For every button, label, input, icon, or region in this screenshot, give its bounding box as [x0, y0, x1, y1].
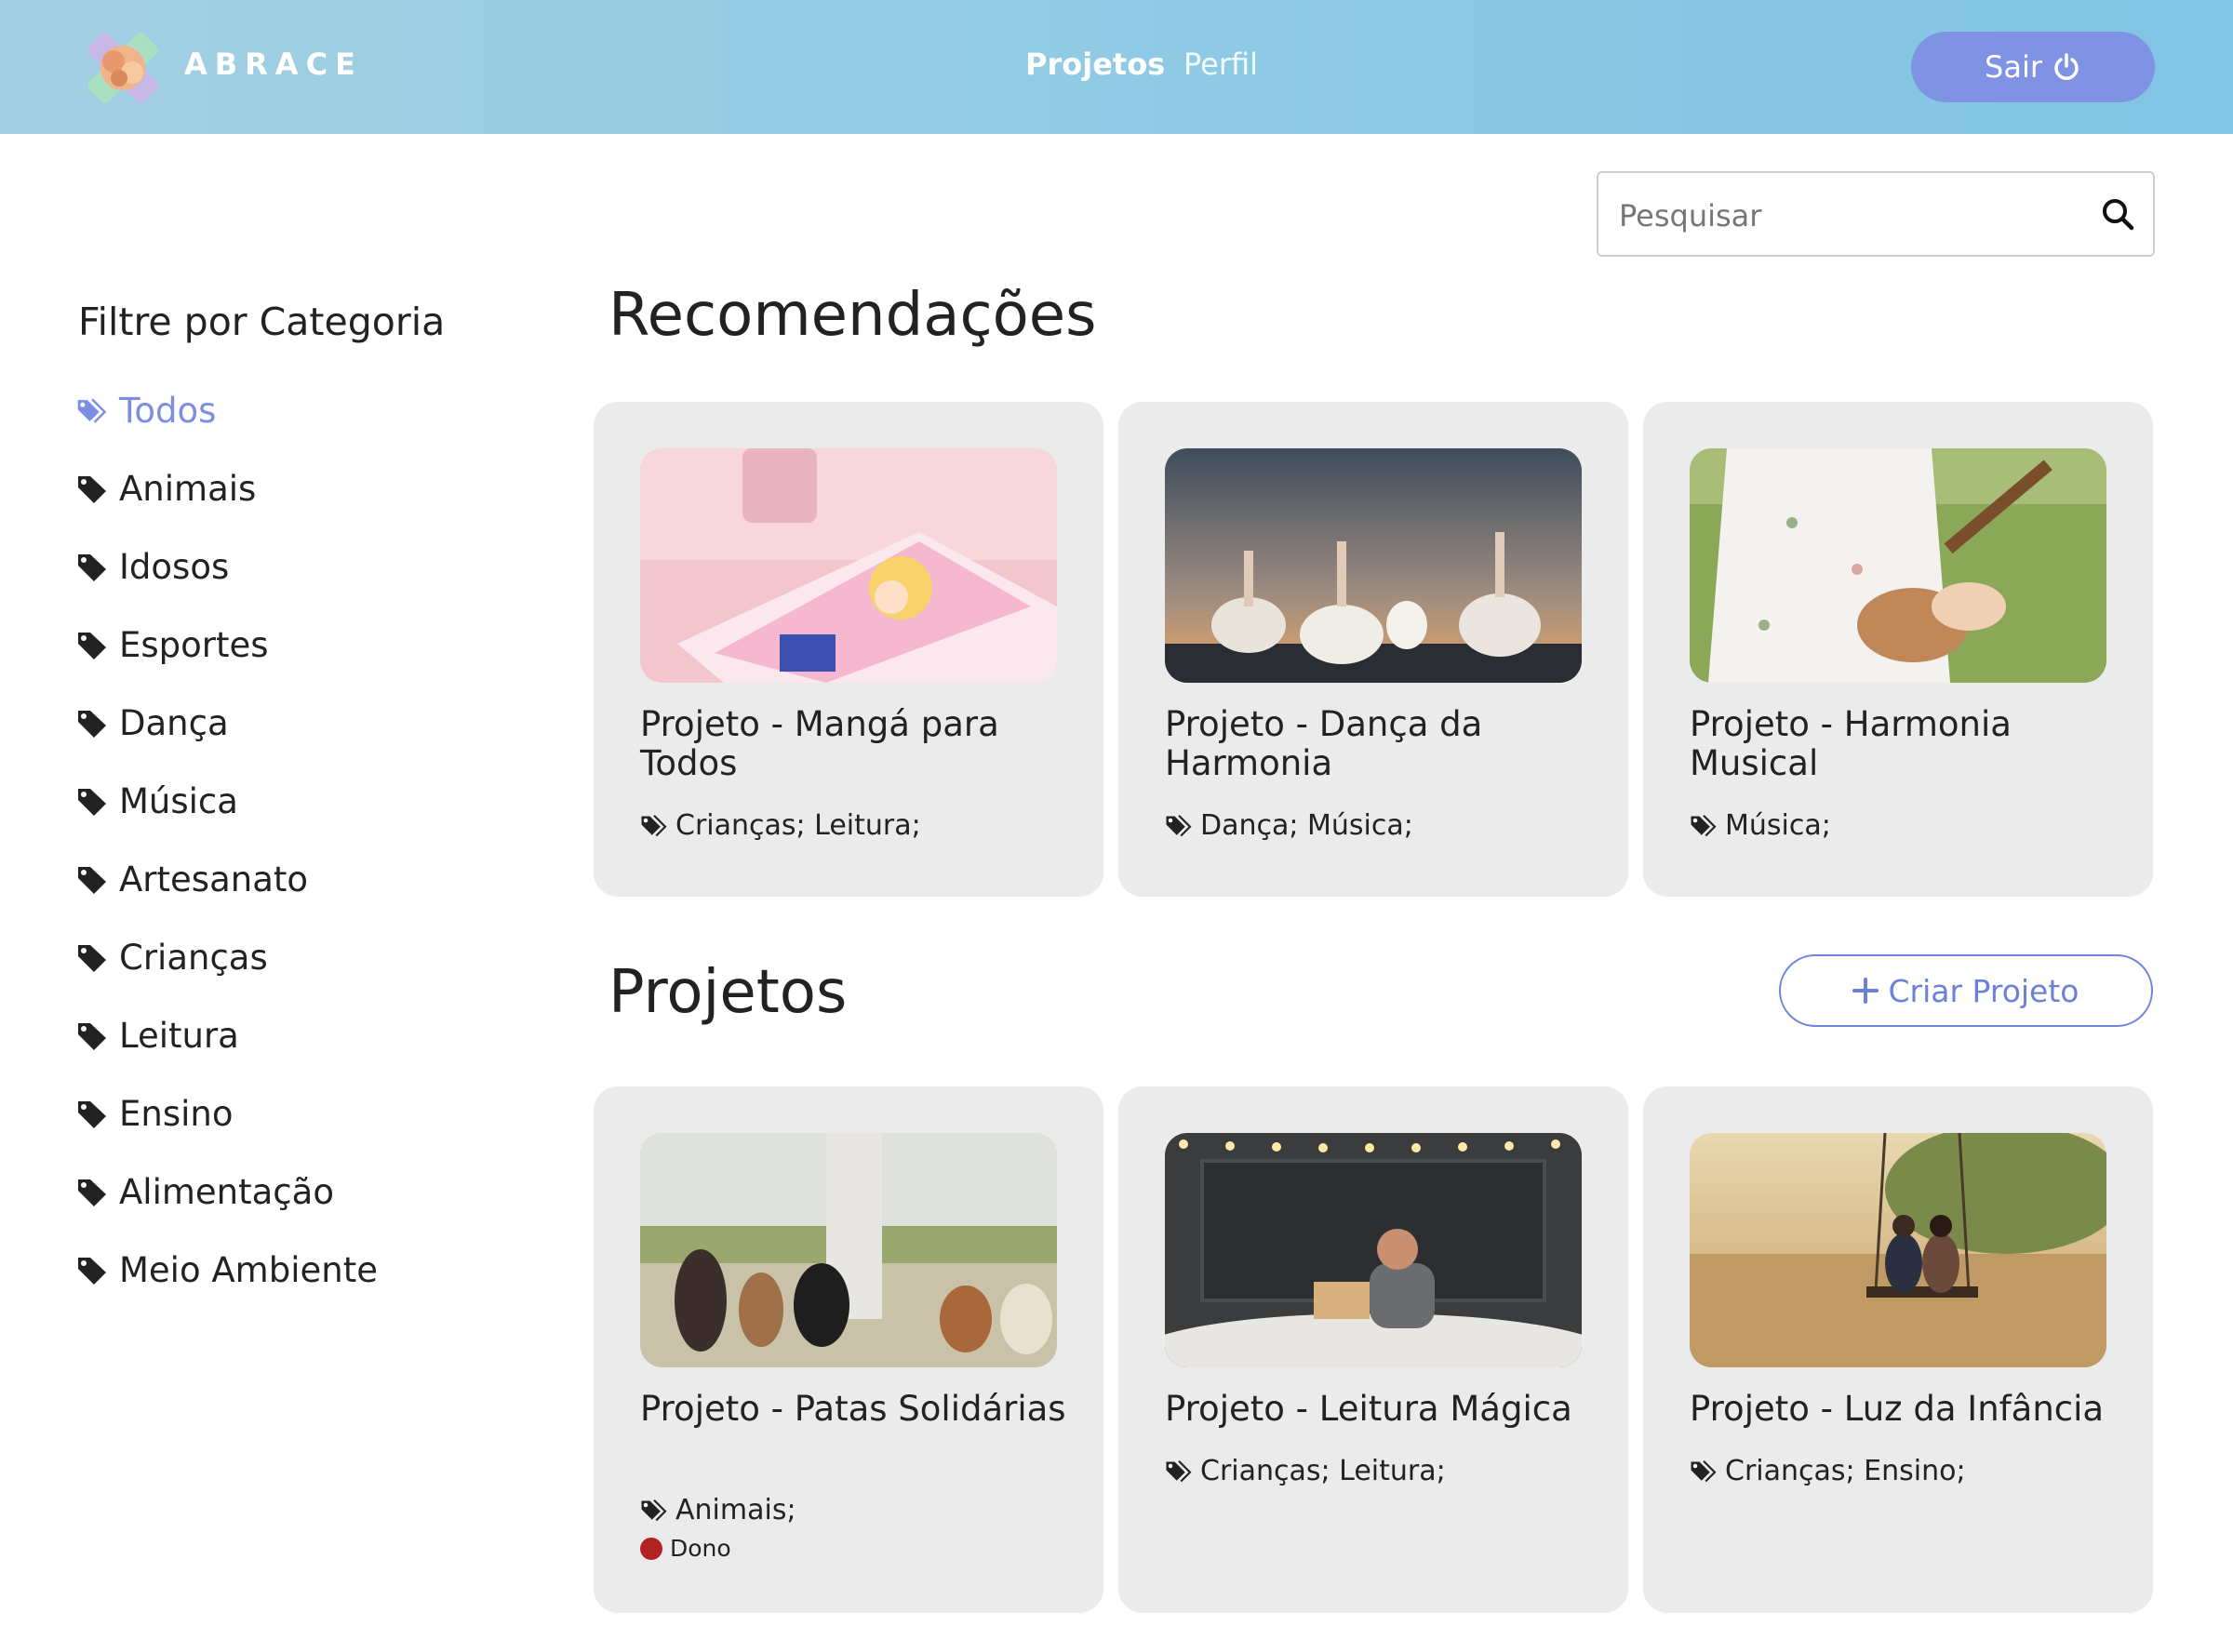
- category-criancas[interactable]: Crianças: [76, 938, 268, 978]
- abrace-logo-icon[interactable]: [78, 26, 167, 110]
- card-title: Projeto - Patas Solidárias: [640, 1389, 1066, 1429]
- card-tags: Crianças; Leitura;: [1165, 1455, 1446, 1487]
- tag-icon: [641, 1499, 667, 1521]
- tag-icon: [78, 944, 106, 972]
- tag-icon: [1691, 814, 1717, 836]
- tag-icon: [1691, 1459, 1717, 1482]
- tag-icon: [1166, 814, 1192, 836]
- category-ensino[interactable]: Ensino: [76, 1094, 233, 1134]
- tag-icon: [78, 475, 106, 503]
- category-label: Idosos: [119, 547, 230, 587]
- card-image: [1165, 1133, 1582, 1367]
- top-navbar: ABRACE Projetos Perfil Sair: [0, 0, 2233, 134]
- nav-projetos[interactable]: Projetos: [1025, 47, 1165, 82]
- owner-label: Dono: [670, 1535, 731, 1562]
- tag-icon: [1166, 1459, 1192, 1482]
- search-box: [1597, 171, 2155, 257]
- category-danca[interactable]: Dança: [76, 703, 229, 743]
- tag-icon: [78, 1179, 106, 1206]
- tag-icon: [78, 866, 106, 894]
- category-meio-ambiente[interactable]: Meio Ambiente: [76, 1250, 378, 1290]
- category-leitura[interactable]: Leitura: [76, 1016, 239, 1056]
- category-label: Animais: [119, 469, 257, 509]
- card-tags: Crianças; Leitura;: [640, 809, 921, 842]
- category-label: Meio Ambiente: [119, 1250, 378, 1290]
- project-card[interactable]: Projeto - Leitura Mágica Crianças; Leitu…: [1118, 1086, 1628, 1613]
- card-tags-text: Crianças; Leitura;: [675, 809, 921, 842]
- logout-label: Sair: [1985, 49, 2042, 85]
- card-title: Projeto - Dança da Harmonia: [1165, 704, 1483, 783]
- card-image: [1690, 448, 2106, 683]
- projects-title: Projetos: [608, 958, 848, 1027]
- recommendation-card[interactable]: Projeto - Harmonia Musical Música;: [1643, 402, 2153, 897]
- card-tags: Dança; Música;: [1165, 809, 1413, 842]
- card-image: [1165, 448, 1582, 683]
- create-project-button[interactable]: Criar Projeto: [1779, 954, 2153, 1027]
- recommendations-title: Recomendações: [608, 281, 1097, 350]
- category-label: Esportes: [119, 625, 269, 665]
- card-image: [1690, 1133, 2106, 1367]
- tag-icon: [641, 814, 667, 836]
- search-icon[interactable]: [2099, 195, 2136, 233]
- category-artesanato[interactable]: Artesanato: [76, 859, 308, 899]
- recommendation-card[interactable]: Projeto - Dança da Harmonia Dança; Músic…: [1118, 402, 1628, 897]
- tag-icon: [78, 632, 106, 659]
- tags-icon: [77, 397, 107, 423]
- card-tags: Crianças; Ensino;: [1690, 1455, 1966, 1487]
- category-todos[interactable]: Todos: [76, 391, 216, 431]
- category-label: Todos: [119, 391, 217, 431]
- card-image: [640, 1133, 1057, 1367]
- category-label: Leitura: [119, 1016, 239, 1056]
- category-alimentacao[interactable]: Alimentação: [76, 1172, 334, 1212]
- tag-icon: [78, 553, 106, 581]
- card-title: Projeto - Leitura Mágica: [1165, 1389, 1572, 1429]
- card-image: [640, 448, 1057, 683]
- create-project-label: Criar Projeto: [1888, 972, 2079, 1009]
- category-esportes[interactable]: Esportes: [76, 625, 269, 665]
- card-tags-text: Crianças; Leitura;: [1200, 1455, 1446, 1487]
- project-card[interactable]: Projeto - Luz da Infância Crianças; Ensi…: [1643, 1086, 2153, 1613]
- search-input[interactable]: [1617, 190, 2077, 242]
- card-tags: Música;: [1690, 809, 1831, 842]
- owner-badge: Dono: [640, 1535, 731, 1562]
- recommendation-card[interactable]: Projeto - Mangá para Todos Crianças; Lei…: [594, 402, 1103, 897]
- tag-icon: [78, 710, 106, 738]
- category-label: Música: [119, 781, 238, 821]
- category-label: Artesanato: [119, 859, 309, 899]
- category-label: Ensino: [119, 1094, 234, 1134]
- card-tags-text: Música;: [1725, 809, 1831, 842]
- owner-dot-icon: [640, 1537, 662, 1560]
- logo-text[interactable]: ABRACE: [184, 47, 363, 82]
- card-tags: Animais;: [640, 1494, 796, 1526]
- card-tags-text: Crianças; Ensino;: [1725, 1455, 1966, 1487]
- category-label: Alimentação: [119, 1172, 334, 1212]
- filter-title: Filtre por Categoria: [78, 300, 446, 344]
- category-label: Crianças: [119, 938, 268, 978]
- card-title: Projeto - Mangá para Todos: [640, 704, 999, 783]
- tag-icon: [78, 1022, 106, 1050]
- plus-icon: [1852, 978, 1879, 1004]
- tag-icon: [78, 1100, 106, 1128]
- card-title: Projeto - Luz da Infância: [1690, 1389, 2105, 1429]
- card-title: Projeto - Harmonia Musical: [1690, 704, 2012, 783]
- category-musica[interactable]: Música: [76, 781, 238, 821]
- nav-perfil[interactable]: Perfil: [1183, 47, 1258, 82]
- power-icon: [2054, 53, 2079, 80]
- card-tags-text: Animais;: [675, 1494, 796, 1526]
- logout-button[interactable]: Sair: [1911, 32, 2155, 102]
- category-label: Dança: [119, 703, 229, 743]
- tag-icon: [78, 788, 106, 816]
- project-card[interactable]: Projeto - Patas Solidárias Animais; Dono: [594, 1086, 1103, 1613]
- card-tags-text: Dança; Música;: [1200, 809, 1413, 842]
- category-idosos[interactable]: Idosos: [76, 547, 229, 587]
- tag-icon: [78, 1257, 106, 1285]
- category-animais[interactable]: Animais: [76, 469, 256, 509]
